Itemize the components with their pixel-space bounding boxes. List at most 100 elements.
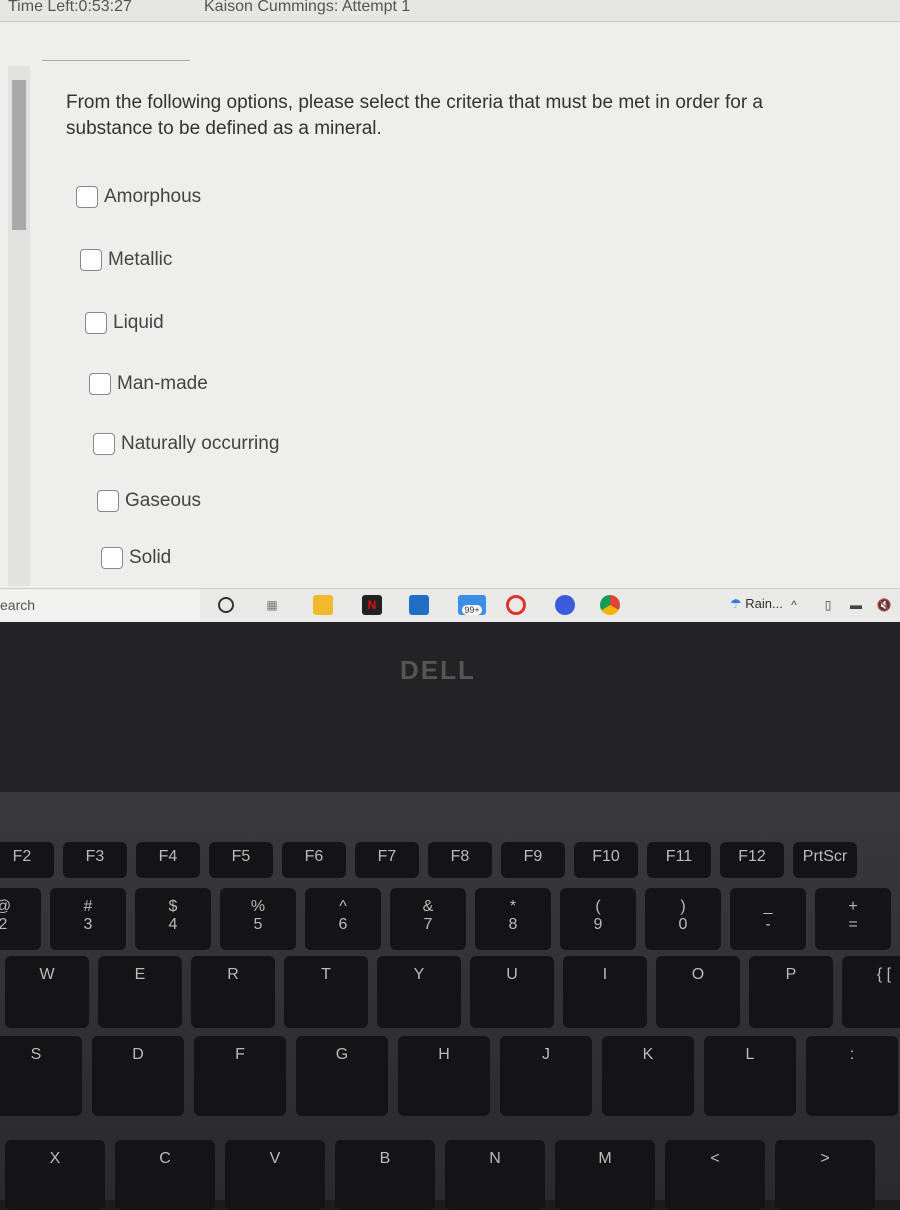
option-label: Gaseous	[125, 490, 202, 511]
key-w[interactable]: W	[5, 956, 89, 1028]
key-j[interactable]: J	[500, 1036, 592, 1116]
key-0[interactable]: ) 0	[645, 888, 721, 950]
key-y[interactable]: Y	[377, 956, 461, 1028]
key-label: F10	[592, 848, 620, 865]
key-label: Y	[413, 966, 425, 983]
key-5[interactable]: % 5	[220, 888, 296, 950]
key-e[interactable]: E	[98, 956, 182, 1028]
mail-badge: 99+	[462, 605, 482, 615]
key-7[interactable]: & 7	[390, 888, 466, 950]
key-9[interactable]: (9	[560, 888, 636, 950]
key-f3[interactable]: F3	[63, 842, 127, 878]
key-i[interactable]: I	[563, 956, 647, 1028]
key-colon[interactable]: :	[806, 1036, 898, 1116]
device-icon[interactable]: ▯	[818, 595, 838, 615]
task-view-icon[interactable]: ▦	[262, 595, 282, 615]
weather-widget[interactable]: ☂ Rain...	[730, 596, 783, 612]
key-k[interactable]: K	[602, 1036, 694, 1116]
key-3[interactable]: #3	[50, 888, 126, 950]
key-6[interactable]: ^ 6	[305, 888, 381, 950]
opera-icon[interactable]	[506, 595, 526, 615]
key-s[interactable]: S	[0, 1036, 82, 1116]
key-r[interactable]: R	[191, 956, 275, 1028]
key-f5[interactable]: F5	[209, 842, 273, 878]
key-label: F3	[85, 848, 105, 865]
checkbox[interactable]	[85, 312, 107, 334]
key-8[interactable]: * 8	[475, 888, 551, 950]
mute-icon[interactable]: 🔇	[874, 595, 894, 615]
mail-icon[interactable]: 99+	[458, 595, 486, 615]
key-f7[interactable]: F7	[355, 842, 419, 878]
key-4[interactable]: $4	[135, 888, 211, 950]
key-l[interactable]: L	[704, 1036, 796, 1116]
key-g[interactable]: G	[296, 1036, 388, 1116]
key-label: )	[680, 898, 686, 915]
key-f9[interactable]: F9	[501, 842, 565, 878]
key-[interactable]: { [	[842, 956, 900, 1028]
key-f8[interactable]: F8	[428, 842, 492, 878]
checkbox[interactable]	[76, 186, 98, 208]
key-label: F7	[377, 848, 397, 865]
key-o[interactable]: O	[656, 956, 740, 1028]
option-solid[interactable]: Solid	[101, 547, 171, 569]
scrollbar[interactable]	[8, 66, 30, 586]
key-label: 3	[83, 916, 93, 933]
key-label: @	[0, 898, 41, 916]
option-man-made[interactable]: Man-made	[89, 373, 208, 395]
key-label: ^	[339, 898, 347, 915]
key-f4[interactable]: F4	[136, 842, 200, 878]
battery-icon[interactable]: ▬	[846, 595, 866, 615]
key-label: P	[785, 966, 797, 983]
key-d[interactable]: D	[92, 1036, 184, 1116]
chrome-icon[interactable]	[600, 595, 620, 615]
key-f[interactable]: F	[194, 1036, 286, 1116]
checkbox[interactable]	[93, 433, 115, 455]
key-f10[interactable]: F10	[574, 842, 638, 878]
key-u[interactable]: U	[470, 956, 554, 1028]
chevron-up-icon[interactable]: ^	[784, 595, 804, 615]
key-label: =	[848, 916, 858, 933]
key-f12[interactable]: F12	[720, 842, 784, 878]
key-label: F	[235, 1046, 245, 1063]
option-gaseous[interactable]: Gaseous	[97, 490, 201, 512]
key-2[interactable]: @2	[0, 888, 41, 950]
app-icon[interactable]	[555, 595, 575, 615]
option-liquid[interactable]: Liquid	[85, 312, 164, 334]
key--[interactable]: _ -	[730, 888, 806, 950]
key-label: :	[849, 1046, 855, 1063]
checkbox[interactable]	[101, 547, 123, 569]
key-h[interactable]: H	[398, 1036, 490, 1116]
key-label: %	[250, 898, 266, 915]
time-left: Time Left:0:53:27	[8, 0, 132, 15]
netflix-icon[interactable]: N	[362, 595, 382, 615]
option-amorphous[interactable]: Amorphous	[76, 186, 201, 208]
checkbox[interactable]	[97, 490, 119, 512]
key-p[interactable]: P	[749, 956, 833, 1028]
key-f11[interactable]: F11	[647, 842, 711, 878]
key-label: *	[509, 898, 517, 915]
store-icon[interactable]	[409, 595, 429, 615]
option-label: Naturally occurring	[121, 433, 280, 454]
key-label: K	[642, 1046, 654, 1063]
checkbox[interactable]	[89, 373, 111, 395]
scrollbar-thumb[interactable]	[12, 80, 26, 230]
taskbar-search[interactable]: earch	[0, 589, 200, 623]
key-prtscr[interactable]: PrtScr	[793, 842, 857, 878]
key-label: F2	[12, 848, 32, 865]
option-naturally-occurring[interactable]: Naturally occurring	[93, 433, 279, 455]
umbrella-icon: ☂	[730, 596, 742, 611]
checkbox[interactable]	[80, 249, 102, 271]
weather-label: Rain...	[745, 596, 783, 611]
laptop-bezel	[0, 622, 900, 792]
key-t[interactable]: T	[284, 956, 368, 1028]
option-metallic[interactable]: Metallic	[80, 249, 172, 271]
key-label: F4	[158, 848, 178, 865]
key-f6[interactable]: F6	[282, 842, 346, 878]
key-f2[interactable]: F2	[0, 842, 54, 878]
key-label: F12	[738, 848, 766, 865]
key-label: 2	[0, 916, 8, 933]
cortana-icon[interactable]	[218, 597, 234, 613]
key-label: E	[134, 966, 146, 983]
key-=[interactable]: + =	[815, 888, 891, 950]
file-explorer-icon[interactable]	[313, 595, 333, 615]
